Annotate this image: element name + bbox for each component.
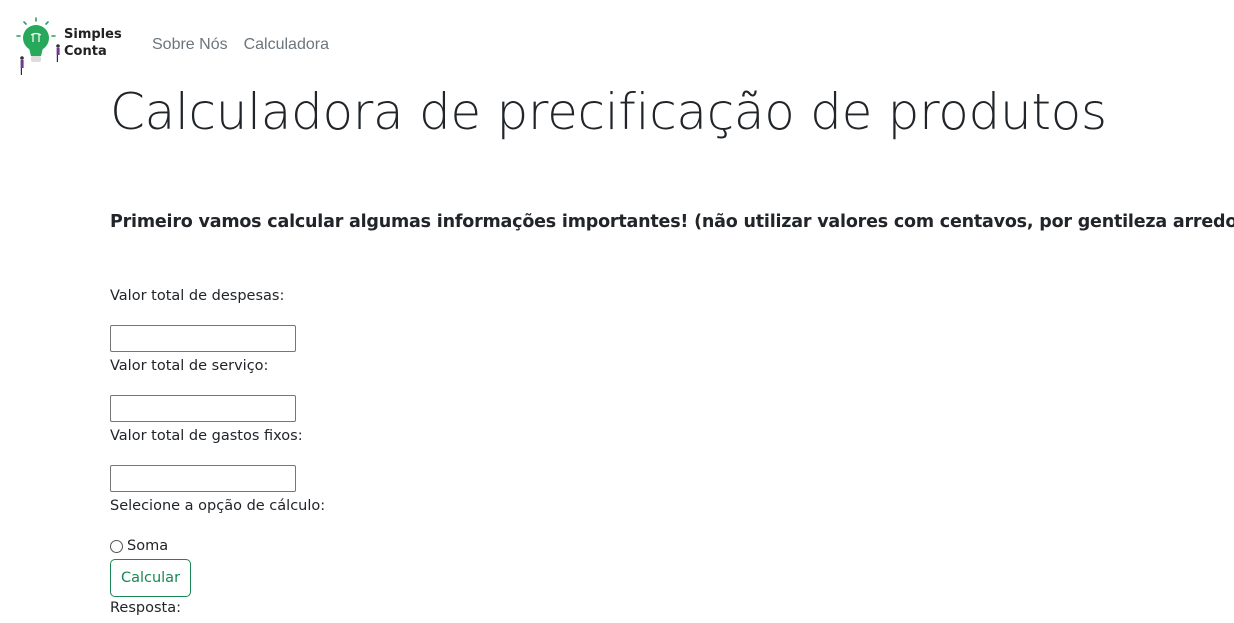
brand-logo[interactable]: Simples Conta	[14, 16, 124, 76]
brand-line-2: Conta	[64, 44, 107, 59]
servico-label: Valor total de serviço:	[110, 358, 269, 374]
calc-option-label: Selecione a opção de cálculo:	[110, 498, 326, 514]
servico-input[interactable]	[110, 395, 296, 422]
soma-radio[interactable]	[110, 539, 123, 553]
soma-option[interactable]: Soma	[110, 538, 168, 554]
nav-link-calculadora[interactable]: Calculadora	[244, 36, 329, 54]
page: Simples Conta Sobre Nós Calculadora Calc…	[0, 0, 1234, 623]
navbar: Simples Conta Sobre Nós Calculadora	[0, 0, 1234, 80]
despesas-input[interactable]	[110, 325, 296, 352]
calcular-button[interactable]: Calcular	[110, 559, 191, 597]
despesas-label: Valor total de despesas:	[110, 288, 285, 304]
response-label: Resposta:	[110, 600, 181, 616]
gastos-fixos-input[interactable]	[110, 465, 296, 492]
main-content: Calculadora de precificação de produtos …	[110, 80, 1234, 616]
page-title: Calculadora de precificação de produtos	[110, 83, 1107, 141]
gastos-fixos-label: Valor total de gastos fixos:	[110, 428, 303, 444]
nav-link-sobre-nos[interactable]: Sobre Nós	[152, 36, 228, 54]
brand-line-1: Simples	[64, 27, 122, 42]
brand-name: Simples Conta	[64, 26, 122, 60]
soma-radio-label: Soma	[127, 538, 169, 554]
nav-links: Sobre Nós Calculadora	[152, 36, 329, 54]
intro-heading: Primeiro vamos calcular algumas informaç…	[110, 212, 1234, 232]
